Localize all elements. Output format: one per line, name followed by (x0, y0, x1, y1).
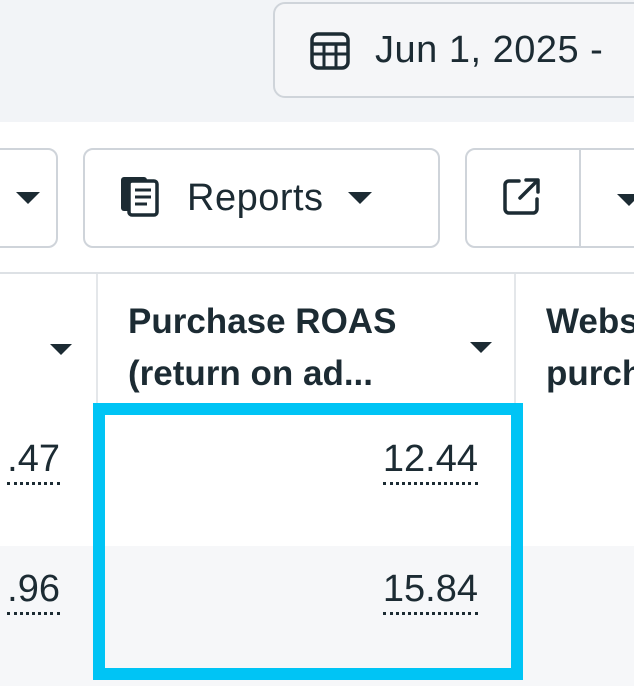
reports-button[interactable]: Reports (83, 148, 440, 248)
roas-value[interactable]: 15.84 (382, 568, 478, 615)
table-header: Purchase ROAS (return on ad... Webs purc… (0, 274, 634, 410)
chevron-down-icon (347, 192, 372, 204)
toolbar: Reports (0, 122, 634, 274)
column-header-website-purchases[interactable]: Webs purch (546, 296, 634, 400)
roas-value[interactable]: 12.44 (382, 438, 478, 485)
column-sort-icon[interactable] (470, 342, 492, 353)
column-header-line: Webs (546, 302, 634, 341)
reports-icon (117, 173, 163, 224)
date-range-label: Jun 1, 2025 - (375, 28, 604, 71)
column-header-line: purch (546, 354, 634, 393)
column-header-purchase-roas[interactable]: Purchase ROAS (return on ad... (128, 296, 396, 400)
export-button[interactable] (465, 148, 634, 248)
metric-value[interactable]: .96 (7, 568, 60, 615)
chevron-down-icon[interactable] (617, 194, 634, 206)
previous-dropdown-button[interactable] (0, 148, 58, 248)
calendar-icon (309, 29, 351, 71)
table-row: .47 12.44 (0, 410, 634, 546)
column-divider[interactable] (514, 274, 516, 410)
table-row: .96 15.84 (0, 546, 634, 686)
reports-label: Reports (187, 176, 324, 219)
column-sort-icon[interactable] (50, 344, 72, 355)
chevron-down-icon (16, 192, 40, 204)
export-icon (501, 175, 543, 222)
metric-value[interactable]: .47 (7, 438, 60, 485)
button-divider (579, 150, 581, 246)
column-divider[interactable] (96, 274, 98, 410)
date-range-picker[interactable]: Jun 1, 2025 - (273, 2, 634, 98)
column-header-line: Purchase ROAS (128, 302, 397, 341)
column-header-line: (return on ad... (128, 354, 373, 393)
